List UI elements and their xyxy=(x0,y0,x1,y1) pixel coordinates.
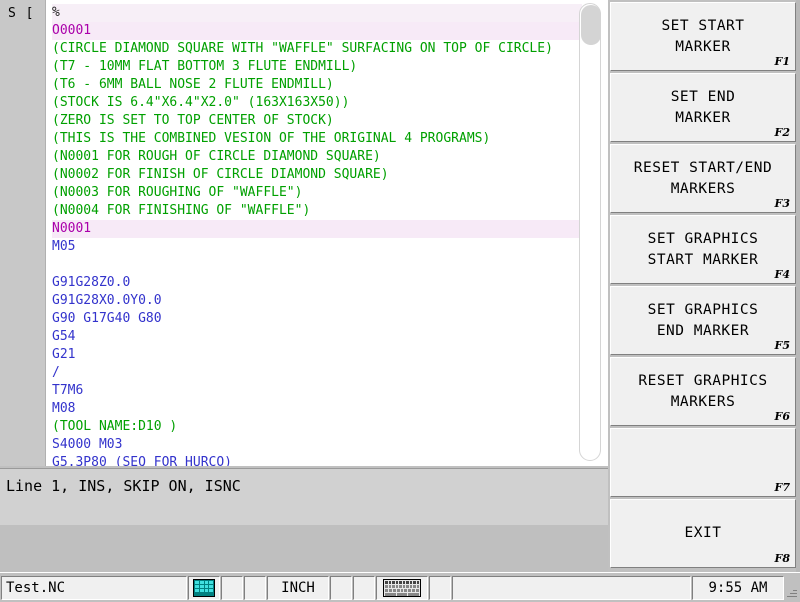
function-button-f2[interactable]: SET END MARKER F2 xyxy=(610,73,796,142)
function-button-label: SET START MARKER xyxy=(661,17,745,55)
gutter-label: S [ xyxy=(8,6,35,21)
code-line: M05 xyxy=(52,239,76,254)
function-key-badge: F3 xyxy=(774,197,790,210)
function-button-label: EXIT xyxy=(684,525,722,541)
function-key-badge: F6 xyxy=(774,410,790,423)
function-button-label: SET GRAPHICS END MARKER xyxy=(647,301,759,339)
function-button-f1[interactable]: SET START MARKER F1 xyxy=(610,2,796,71)
code-line: (THIS IS THE COMBINED VESION OF THE ORIG… xyxy=(52,131,491,146)
function-button-f8[interactable]: EXIT F8 xyxy=(610,499,796,568)
filler-band-dark xyxy=(0,525,608,572)
taskbar-slot-4[interactable] xyxy=(353,575,375,600)
status-bar: Line 1, INS, SKIP ON, ISNC xyxy=(0,468,608,504)
status-text: Line 1, INS, SKIP ON, ISNC xyxy=(6,477,241,495)
code-line: (N0004 FOR FINISHING OF "WAFFLE") xyxy=(52,203,311,218)
function-button-f4[interactable]: SET GRAPHICS START MARKER F4 xyxy=(610,215,796,284)
code-line: (N0001 FOR ROUGH OF CIRCLE DIAMOND SQUAR… xyxy=(52,149,381,164)
taskbar: Test.NC INCH 9:55 AM xyxy=(0,572,800,602)
code-line: (N0003 FOR ROUGHING OF "WAFFLE") xyxy=(52,185,303,200)
code-line: G54 xyxy=(52,329,76,344)
function-key-badge: F5 xyxy=(774,339,790,352)
taskbar-slot-3[interactable] xyxy=(330,575,352,600)
code-line: G90 G17G40 G80 xyxy=(52,311,162,326)
calculator-icon xyxy=(193,578,215,597)
taskbar-filename[interactable]: Test.NC xyxy=(1,575,187,600)
function-button-f6[interactable]: RESET GRAPHICS MARKERS F6 xyxy=(610,357,796,426)
code-line: G5.3P80 (SEQ FOR HURCO) xyxy=(52,455,233,466)
taskbar-tray xyxy=(452,575,691,600)
code-line: / xyxy=(52,365,60,380)
clock[interactable]: 9:55 AM xyxy=(692,575,784,600)
function-button-f5[interactable]: SET GRAPHICS END MARKER F5 xyxy=(610,286,796,355)
cnc-editor-window: S [ % O0001 (CIRCLE DIAMOND SQUARE WITH "W… xyxy=(0,0,800,602)
code-line: (CIRCLE DIAMOND SQUARE WITH "WAFFLE" SUR… xyxy=(52,41,553,56)
function-key-badge: F4 xyxy=(774,268,790,281)
code-line: G91G28Z0.0 xyxy=(52,275,131,290)
code-line: N0001 xyxy=(52,220,582,238)
function-button-label: RESET START/END MARKERS xyxy=(633,159,773,197)
taskbar-slot-1[interactable] xyxy=(221,575,243,600)
function-key-panel: SET START MARKER F1 SET END MARKER F2 RESET … xyxy=(608,0,800,572)
code-line: (STOCK IS 6.4"X6.4"X2.0" (163X163X50)) xyxy=(52,95,350,110)
code-line: T7M6 xyxy=(52,383,84,398)
function-button-label: RESET GRAPHICS MARKERS xyxy=(638,372,768,410)
function-button-label: SET GRAPHICS START MARKER xyxy=(647,230,759,268)
gcode-text[interactable]: % O0001 (CIRCLE DIAMOND SQUARE WITH "WAFFL… xyxy=(52,4,582,466)
resize-grip[interactable] xyxy=(785,575,799,600)
code-line: (TOOL NAME:D10 ) xyxy=(52,419,178,434)
taskbar-slot-5[interactable] xyxy=(429,575,451,600)
editor-scrollbar[interactable] xyxy=(579,3,601,461)
code-line: S4000 M03 xyxy=(52,437,123,452)
code-line: G21 xyxy=(52,347,76,362)
function-button-f3[interactable]: RESET START/END MARKERS F3 xyxy=(610,144,796,213)
code-line: M08 xyxy=(52,401,76,416)
code-line: (N0002 FOR FINISH OF CIRCLE DIAMOND SQUA… xyxy=(52,167,389,182)
function-key-badge: F7 xyxy=(774,481,790,494)
function-button-f7[interactable]: F7 xyxy=(610,428,796,497)
function-button-label: SET END MARKER xyxy=(670,88,736,126)
keyboard-button[interactable] xyxy=(376,575,428,600)
function-key-badge: F8 xyxy=(774,552,790,565)
code-line: % xyxy=(52,4,582,22)
editor-gutter: S [ xyxy=(0,0,46,466)
editor-scrollbar-thumb[interactable] xyxy=(581,5,601,45)
code-line: (T6 - 6MM BALL NOSE 2 FLUTE ENDMILL) xyxy=(52,77,334,92)
code-line: G91G28X0.0Y0.0 xyxy=(52,293,162,308)
function-key-badge: F2 xyxy=(774,126,790,139)
units-indicator[interactable]: INCH xyxy=(267,575,329,600)
code-line: (ZERO IS SET TO TOP CENTER OF STOCK) xyxy=(52,113,334,128)
code-line: (T7 - 10MM FLAT BOTTOM 3 FLUTE ENDMILL) xyxy=(52,59,358,74)
taskbar-slot-2[interactable] xyxy=(244,575,266,600)
function-key-badge: F1 xyxy=(774,55,790,68)
calculator-button[interactable] xyxy=(188,575,220,600)
keyboard-icon xyxy=(383,578,421,597)
filler-band-light xyxy=(0,504,608,525)
gcode-editor[interactable]: % O0001 (CIRCLE DIAMOND SQUARE WITH "WAFFL… xyxy=(46,0,608,466)
function-panel-edge xyxy=(796,0,800,572)
code-line: O0001 xyxy=(52,22,582,40)
